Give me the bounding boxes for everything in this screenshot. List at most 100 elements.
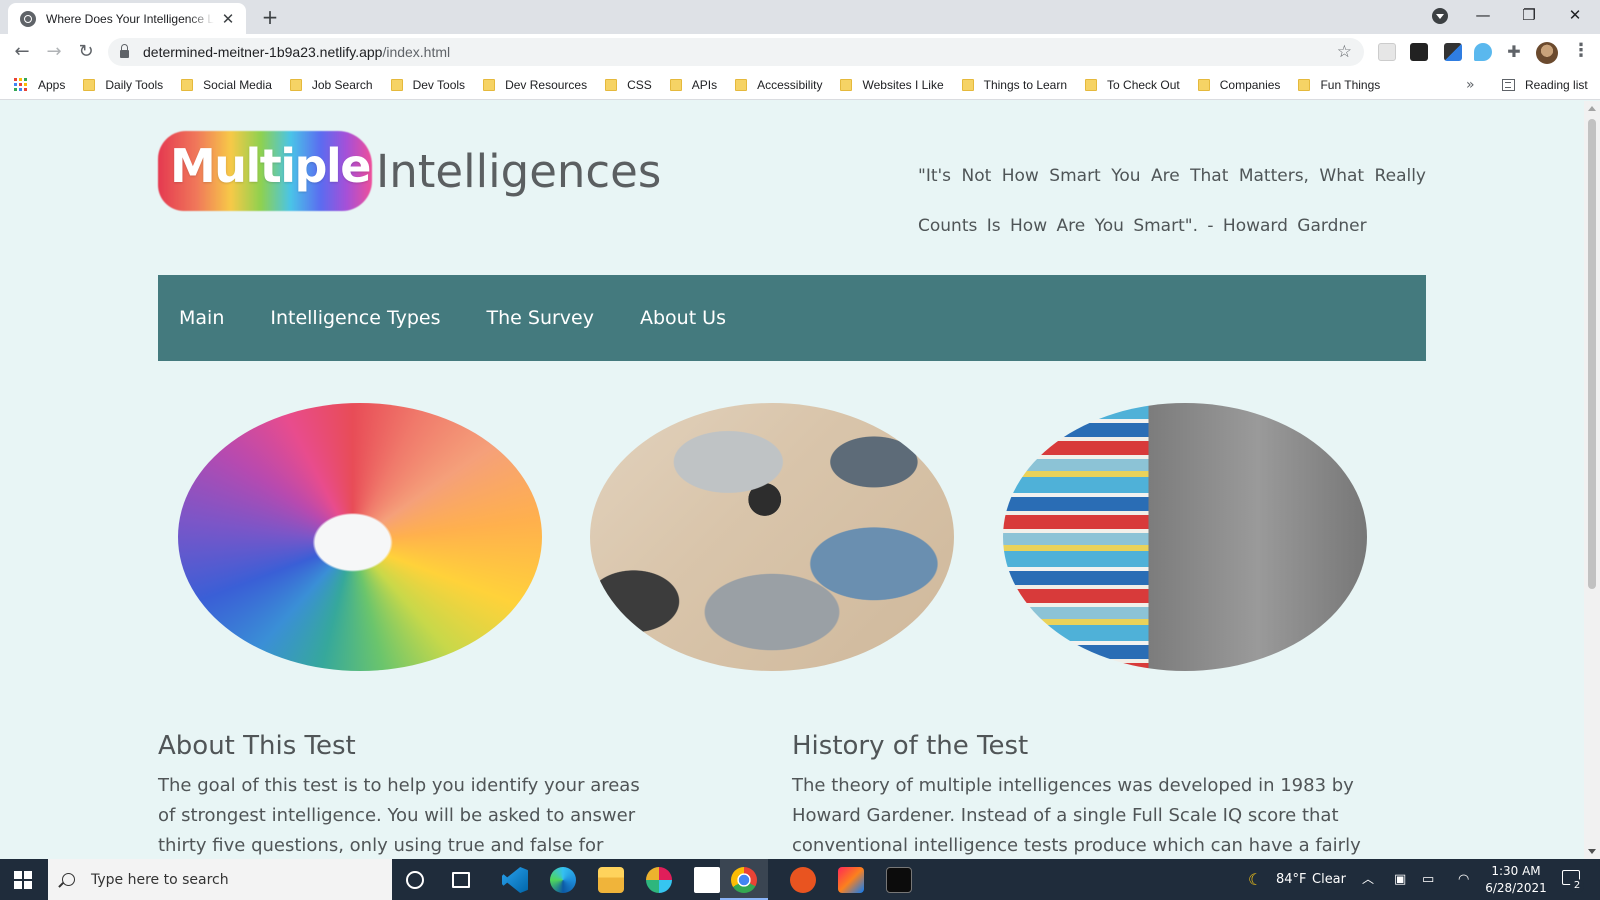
folder-icon: [1085, 78, 1098, 91]
history-heading: History of the Test: [792, 731, 1029, 761]
page-scrollbar[interactable]: [1584, 101, 1600, 859]
bookmark-label: Things to Learn: [983, 77, 1068, 92]
bookmark-star-icon[interactable]: ☆: [1337, 42, 1352, 62]
folder-icon: [961, 78, 974, 91]
folder-icon: [735, 78, 748, 91]
notification-count-badge: 2: [1570, 879, 1584, 893]
windows-taskbar: Type here to search ☾ 84°F Clear ︿ ▣ ▭ ◠…: [0, 859, 1600, 900]
bookmark-folder[interactable]: Social Media: [181, 78, 272, 92]
about-heading: About This Test: [158, 731, 356, 761]
vscode-icon[interactable]: [502, 867, 528, 893]
minimize-button[interactable]: —: [1460, 0, 1506, 30]
history-body: The theory of multiple intelligences was…: [792, 775, 1361, 856]
page-viewport: Multiple Intelligences "It's Not How Sma…: [0, 101, 1584, 859]
taskbar-clock[interactable]: 1:30 AM 6/28/2021: [1484, 863, 1548, 897]
wifi-icon[interactable]: ◠: [1458, 859, 1469, 900]
search-icon: [62, 873, 75, 886]
extension-grid-icon[interactable]: [1378, 43, 1396, 61]
extension-pen-icon[interactable]: [1444, 43, 1462, 61]
folder-icon: [390, 78, 403, 91]
reading-list-icon: [1502, 79, 1515, 91]
extension-chat-icon[interactable]: [1474, 43, 1492, 61]
tab-search-icon[interactable]: [1432, 8, 1448, 24]
bookmark-folder[interactable]: Daily Tools: [83, 78, 163, 92]
meet-now-icon[interactable]: ▣: [1394, 859, 1406, 900]
bookmarks-overflow-icon[interactable]: »: [1466, 70, 1475, 100]
tab-close-icon[interactable]: ✕: [220, 11, 236, 27]
bookmark-folder[interactable]: Job Search: [289, 78, 373, 92]
file-explorer-icon[interactable]: [598, 867, 624, 893]
task-view-icon[interactable]: [452, 872, 470, 888]
bookmark-folder[interactable]: Fun Things: [1298, 78, 1380, 92]
restore-button[interactable]: ❐: [1506, 0, 1552, 30]
nav-item-the-survey[interactable]: The Survey: [487, 307, 594, 329]
back-arrow-icon[interactable]: ←: [10, 40, 34, 64]
folder-icon: [1197, 78, 1210, 91]
menu-kebab-icon[interactable]: ⋮: [1572, 41, 1590, 61]
clock-date: 6/28/2021: [1485, 881, 1547, 895]
url-path: /index.html: [382, 44, 451, 60]
url-text: determined-meitner-1b9a23.netlify.app/in…: [143, 44, 450, 60]
browser-tab[interactable]: Where Does Your Intelligence Lie? ✕: [8, 3, 246, 34]
close-window-button[interactable]: ✕: [1552, 0, 1598, 30]
extensions-puzzle-icon[interactable]: ✚: [1502, 40, 1526, 64]
folder-icon: [605, 78, 618, 91]
chrome-icon[interactable]: [731, 867, 757, 893]
book-stack-photo: [1003, 403, 1367, 671]
bookmark-label: To Check Out: [1107, 77, 1180, 92]
profile-avatar[interactable]: [1536, 42, 1558, 64]
edge-icon[interactable]: [550, 867, 576, 893]
folder-icon: [181, 78, 194, 91]
weather-description[interactable]: Clear: [1312, 859, 1346, 900]
reload-icon[interactable]: ↻: [74, 40, 98, 64]
moon-weather-icon[interactable]: ☾: [1248, 859, 1262, 900]
bookmark-folder[interactable]: Dev Tools: [390, 77, 466, 92]
bookmark-label: Companies: [1219, 77, 1281, 92]
scrollbar-thumb[interactable]: [1588, 119, 1596, 589]
globe-icon: [20, 10, 36, 27]
bookmark-label: Dev Tools: [412, 77, 466, 92]
main-navigation: Main Intelligence Types The Survey About…: [158, 275, 1426, 361]
weather-temperature[interactable]: 84°F: [1276, 859, 1307, 900]
new-tab-button[interactable]: +: [258, 6, 282, 30]
extension-mask-icon[interactable]: [1410, 43, 1428, 61]
bookmark-folder[interactable]: APIs: [669, 78, 717, 92]
ubuntu-icon[interactable]: [790, 867, 816, 893]
lock-icon: [120, 44, 129, 58]
cortana-icon[interactable]: [406, 871, 424, 889]
site-logo[interactable]: Multiple Intelligences: [158, 125, 661, 217]
reading-list-button[interactable]: Reading list: [1502, 70, 1588, 100]
bookmark-folder[interactable]: Things to Learn: [961, 77, 1068, 92]
nav-item-about-us[interactable]: About Us: [640, 307, 726, 329]
bookmark-folder[interactable]: CSS: [605, 78, 652, 92]
battery-icon[interactable]: ▭: [1422, 859, 1434, 900]
chevron-up-icon[interactable]: ︿: [1362, 859, 1374, 900]
bookmark-label: Fun Things: [1320, 77, 1381, 92]
bookmark-folder[interactable]: Dev Resources: [483, 78, 587, 92]
bookmark-apps[interactable]: Apps: [14, 77, 65, 92]
folder-icon: [669, 78, 682, 91]
slack-icon[interactable]: [646, 867, 672, 893]
reading-list-label: Reading list: [1525, 78, 1588, 92]
scroll-up-arrow-icon[interactable]: [1588, 106, 1596, 111]
taskbar-search-box[interactable]: Type here to search: [48, 859, 392, 900]
nav-item-main[interactable]: Main: [179, 307, 224, 329]
windows-start-icon[interactable]: [14, 871, 32, 889]
terminal-icon[interactable]: [886, 867, 912, 893]
store-icon[interactable]: [694, 867, 720, 893]
folder-icon: [83, 78, 96, 91]
colored-pencils-photo: [178, 403, 542, 671]
nav-item-intelligence-types[interactable]: Intelligence Types: [270, 307, 440, 329]
logo-word-intelligences: Intelligences: [376, 144, 662, 198]
about-body: The goal of this test is to help you ide…: [158, 775, 640, 856]
bookmark-folder[interactable]: To Check Out: [1085, 78, 1180, 92]
bookmark-folder[interactable]: Accessibility: [735, 78, 822, 92]
bookmark-folder[interactable]: Websites I Like: [840, 78, 944, 92]
intellij-icon[interactable]: [838, 867, 864, 893]
bookmark-label: Daily Tools: [105, 77, 164, 92]
scroll-down-arrow-icon[interactable]: [1588, 849, 1596, 854]
forward-arrow-icon[interactable]: →: [42, 40, 66, 64]
address-bar[interactable]: determined-meitner-1b9a23.netlify.app/in…: [108, 38, 1364, 66]
bookmark-folder[interactable]: Companies: [1197, 77, 1281, 92]
desk-laptops-photo: [590, 403, 954, 671]
